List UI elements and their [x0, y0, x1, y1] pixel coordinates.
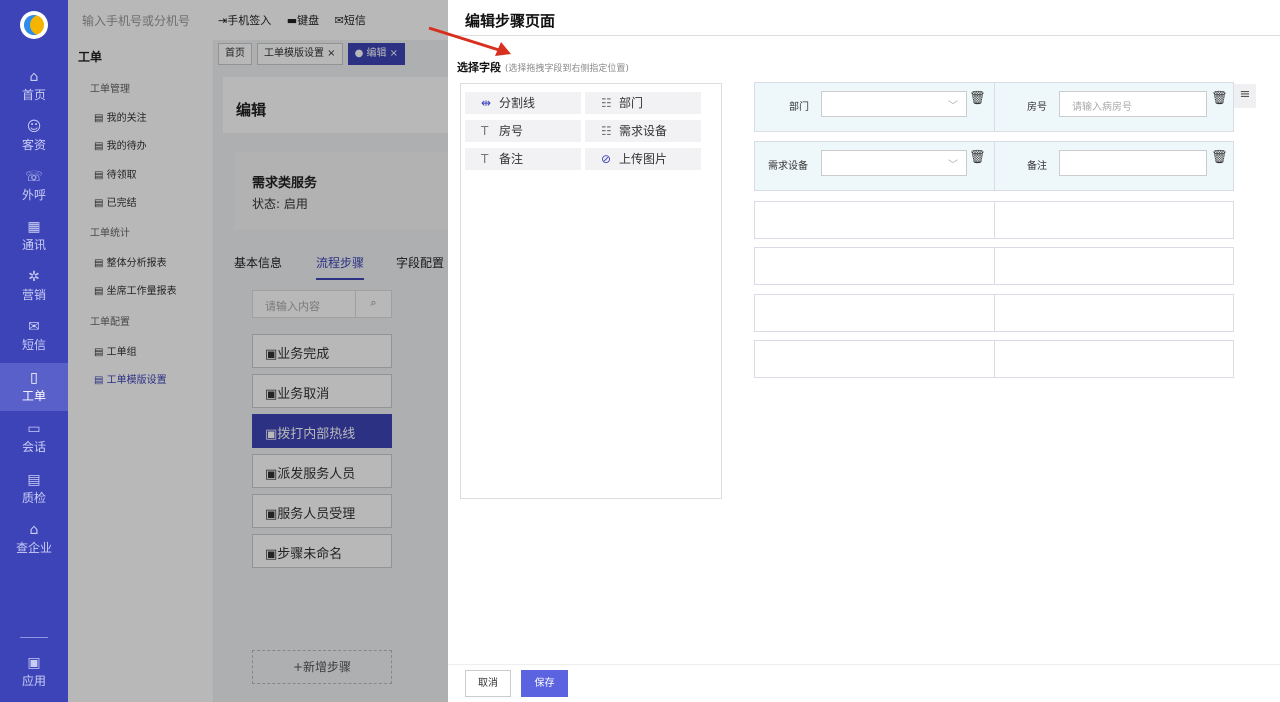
select-icon: ☷	[601, 96, 612, 110]
building-icon: ⌂	[29, 522, 39, 538]
field-palette: ⇹ 分割线 ☷ 部门 T 房号 ☷ 需求设备 T 备注 ⊘ 上传图片	[460, 83, 722, 499]
save-button[interactable]: 保存	[521, 670, 568, 697]
room-input[interactable]: 请输入病房号	[1059, 91, 1207, 117]
chevron-down-icon: ﹀	[948, 101, 958, 112]
text-icon: T	[481, 152, 489, 166]
chevron-down-icon: ﹀	[948, 160, 958, 171]
trash-icon[interactable]: 🗑	[1211, 150, 1228, 165]
nav-marketing[interactable]: ✲ 营销	[0, 262, 68, 310]
nav-clients[interactable]: ☺ 客资	[0, 112, 68, 160]
nav-sms[interactable]: ✉ 短信	[0, 312, 68, 360]
clipboard-icon: ▯	[30, 370, 38, 386]
section-hint: (选择拖拽字段到右侧指定位置)	[504, 64, 629, 74]
app-root: ⌂ 首页 ☺ 客资 ☏ 外呼 ▦ 通讯 ✲ 营销 ✉ 短信 ▯ 工单 ▭ 会话 ▤ 质检 ⌂ 查企业…	[0, 0, 1280, 702]
palette-label: 分割线	[499, 96, 536, 110]
cell-divider	[994, 341, 995, 377]
nav-label: 营销	[21, 288, 46, 302]
cell-divider	[994, 142, 995, 190]
nav-label: 客资	[21, 138, 46, 152]
nav-company[interactable]: ⌂ 查企业	[0, 515, 68, 563]
palette-room[interactable]: T 房号	[465, 120, 581, 142]
nav-home[interactable]: ⌂ 首页	[0, 62, 68, 110]
nav-label: 查企业	[15, 541, 52, 555]
remark-input[interactable]	[1059, 150, 1207, 176]
palette-label: 部门	[619, 96, 644, 110]
nav-label: 工单	[21, 389, 46, 403]
empty-row[interactable]	[754, 294, 1234, 332]
layout-row[interactable]: 部门 ﹀ 🗑 房号 请输入病房号 🗑	[754, 82, 1234, 132]
room-input-placeholder: 请输入病房号	[1072, 102, 1132, 113]
palette-label: 上传图片	[619, 152, 668, 166]
cell-divider	[994, 248, 995, 284]
nav-label: 应用	[21, 674, 46, 688]
palette-label: 需求设备	[619, 124, 668, 138]
divider-icon: ⇹	[481, 96, 492, 110]
field-label: 房号	[1027, 102, 1047, 113]
cell-divider	[994, 295, 995, 331]
users-icon: ☺	[26, 119, 42, 135]
palette-department[interactable]: ☷ 部门	[585, 92, 701, 114]
palette-upload[interactable]: ⊘ 上传图片	[585, 148, 701, 170]
cell-divider	[994, 83, 995, 131]
nav-label: 短信	[21, 338, 46, 352]
section-title-text: 选择字段	[457, 61, 501, 74]
nav-quality[interactable]: ▤ 质检	[0, 465, 68, 513]
palette-label: 房号	[499, 124, 524, 138]
main-nav: ⌂ 首页 ☺ 客资 ☏ 外呼 ▦ 通讯 ✲ 营销 ✉ 短信 ▯ 工单 ▭ 会话 ▤ 质检 ⌂ 查企业…	[0, 0, 68, 702]
message-icon: ✉	[28, 319, 40, 335]
attachment-icon: ⊘	[601, 152, 612, 166]
nav-outbound[interactable]: ☏ 外呼	[0, 162, 68, 210]
edit-step-drawer: 编辑步骤页面 选择字段 (选择拖拽字段到右侧指定位置) ⇹ 分割线 ☷ 部门 T 房号…	[448, 0, 1280, 702]
trash-icon[interactable]: 🗑	[969, 150, 986, 165]
nav-label: 外呼	[21, 188, 46, 202]
nav-label: 质检	[21, 491, 46, 505]
palette-divider[interactable]: ⇹ 分割线	[465, 92, 581, 114]
palette-device[interactable]: ☷ 需求设备	[585, 120, 701, 142]
nav-workorder[interactable]: ▯ 工单	[0, 363, 68, 411]
empty-row[interactable]	[754, 247, 1234, 285]
field-label: 需求设备	[768, 161, 808, 172]
chat-icon: ▭	[27, 421, 41, 437]
layout-row[interactable]: 需求设备 ﹀ 🗑 备注 🗑	[754, 141, 1234, 191]
footer-divider	[448, 664, 1280, 665]
menu-icon[interactable]: ≡	[1234, 84, 1256, 108]
empty-row[interactable]	[754, 340, 1234, 378]
palette-remark[interactable]: T 备注	[465, 148, 581, 170]
contacts-icon: ▦	[27, 219, 41, 235]
cell-divider	[994, 202, 995, 238]
modal-overlay[interactable]	[68, 0, 448, 702]
palette-label: 备注	[499, 152, 524, 166]
trash-icon[interactable]: 🗑	[969, 91, 986, 106]
trash-icon[interactable]: 🗑	[1211, 91, 1228, 106]
annotation-arrow-icon	[428, 26, 511, 56]
empty-row[interactable]	[754, 201, 1234, 239]
divider	[448, 35, 1280, 36]
text-icon: T	[481, 124, 489, 138]
phone-icon: ☏	[25, 169, 43, 185]
select-icon: ☷	[601, 124, 612, 138]
apps-icon: ▣	[27, 655, 41, 671]
device-select[interactable]: ﹀	[821, 150, 967, 176]
marketing-icon: ✲	[28, 269, 40, 285]
nav-label: 首页	[21, 88, 46, 102]
nav-label: 会话	[21, 440, 46, 454]
logo	[20, 11, 48, 39]
nav-divider	[20, 637, 48, 638]
inspect-icon: ▤	[27, 472, 41, 488]
department-select[interactable]: ﹀	[821, 91, 967, 117]
nav-contacts[interactable]: ▦ 通讯	[0, 212, 68, 260]
nav-chat[interactable]: ▭ 会话	[0, 414, 68, 462]
nav-apps[interactable]: ▣ 应用	[0, 648, 68, 696]
field-label: 部门	[789, 102, 809, 113]
field-label: 备注	[1027, 161, 1047, 172]
cancel-button[interactable]: 取消	[465, 670, 511, 697]
home-icon: ⌂	[29, 69, 39, 85]
nav-label: 通讯	[21, 238, 46, 252]
